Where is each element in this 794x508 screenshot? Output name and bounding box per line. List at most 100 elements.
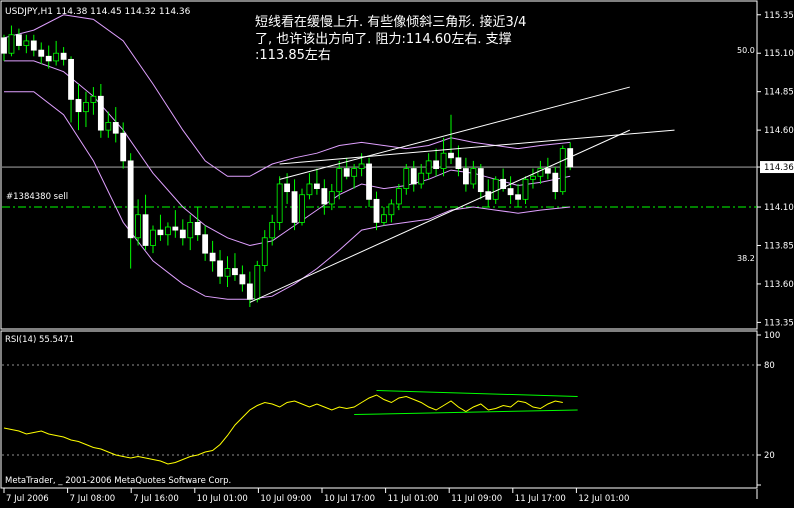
candle[interactable] bbox=[462, 157, 469, 192]
candle[interactable] bbox=[120, 122, 127, 169]
x-tick-label: 10 Jul 17:00 bbox=[324, 494, 375, 504]
candle[interactable] bbox=[395, 183, 402, 211]
candle[interactable] bbox=[425, 153, 432, 180]
candle[interactable] bbox=[313, 168, 320, 195]
candle[interactable] bbox=[135, 199, 142, 246]
candle[interactable] bbox=[366, 157, 372, 208]
candle[interactable] bbox=[373, 191, 380, 231]
candle-body bbox=[209, 252, 216, 262]
rsi-chart[interactable] bbox=[2, 364, 757, 465]
axes: 115.35 115.10 114.85 114.60 114.36 114.10 113.… bbox=[3, 11, 794, 504]
candle[interactable] bbox=[388, 199, 395, 223]
annotation-line-1: 短线看在缓慢上升. 有些像倾斜三角形. 接近3/4 bbox=[255, 14, 526, 30]
candle-body bbox=[97, 95, 104, 131]
candle[interactable] bbox=[90, 87, 97, 115]
candle[interactable] bbox=[254, 260, 261, 303]
candle[interactable] bbox=[239, 265, 246, 292]
candle[interactable] bbox=[559, 145, 566, 195]
candle[interactable] bbox=[470, 160, 477, 189]
candle[interactable] bbox=[164, 222, 171, 246]
candle[interactable] bbox=[75, 83, 82, 131]
candle[interactable] bbox=[23, 34, 30, 54]
candle-body bbox=[224, 268, 231, 277]
candle[interactable] bbox=[448, 114, 454, 164]
candle[interactable] bbox=[187, 214, 194, 251]
candle[interactable] bbox=[38, 42, 45, 64]
candle-body bbox=[418, 172, 425, 185]
candle[interactable] bbox=[30, 34, 37, 57]
candle[interactable] bbox=[410, 160, 417, 192]
x-tick-label: 10 Jul 09:00 bbox=[260, 494, 311, 504]
candle[interactable] bbox=[477, 163, 484, 200]
candle[interactable] bbox=[328, 183, 335, 211]
candle-body bbox=[336, 168, 343, 193]
candle[interactable] bbox=[15, 28, 22, 51]
triangle-trendline[interactable] bbox=[279, 86, 630, 180]
candle[interactable] bbox=[530, 168, 536, 189]
candle[interactable] bbox=[321, 179, 328, 215]
candle-body bbox=[403, 168, 410, 189]
candle[interactable] bbox=[552, 167, 559, 200]
candle[interactable] bbox=[194, 207, 201, 241]
candle[interactable] bbox=[515, 183, 521, 208]
rsi-trendline[interactable] bbox=[376, 390, 578, 397]
candle-body bbox=[492, 178, 499, 200]
candle[interactable] bbox=[291, 179, 298, 231]
candle-body bbox=[366, 163, 372, 200]
candle-body bbox=[455, 157, 462, 169]
fib-level-label: 50.0 bbox=[737, 46, 755, 55]
main-chart[interactable]: 50.0 38.2 bbox=[1, 14, 758, 308]
candle[interactable] bbox=[142, 194, 149, 251]
triangle-trendline[interactable] bbox=[279, 129, 675, 165]
candle[interactable] bbox=[60, 47, 67, 66]
triangle-trendline[interactable] bbox=[249, 129, 631, 303]
candle[interactable] bbox=[112, 107, 119, 143]
candle[interactable] bbox=[440, 137, 447, 177]
candle-body bbox=[68, 58, 74, 100]
candle[interactable] bbox=[97, 83, 104, 138]
candle[interactable] bbox=[172, 210, 179, 238]
candle[interactable] bbox=[403, 163, 410, 195]
candle[interactable] bbox=[351, 163, 358, 189]
rsi-line[interactable] bbox=[3, 394, 563, 465]
candle[interactable] bbox=[127, 153, 134, 269]
candle[interactable] bbox=[433, 148, 440, 177]
candle[interactable] bbox=[217, 250, 223, 284]
candle-body bbox=[1, 37, 7, 54]
rsi-header: RSI(14) 55.5471 bbox=[5, 335, 74, 345]
chart-window[interactable]: 50.0 38.2 115.35 115.10 114.85 114.60 114.36 1… bbox=[0, 0, 794, 504]
candle-body bbox=[507, 188, 514, 196]
candle[interactable] bbox=[8, 25, 15, 57]
candle[interactable] bbox=[418, 163, 425, 189]
candle-body bbox=[15, 34, 22, 46]
candle-body bbox=[269, 222, 276, 239]
candle-body bbox=[60, 52, 67, 60]
chart-canvas[interactable]: 50.038.2 115.35115.10114.85114.60114.361… bbox=[0, 0, 794, 504]
candle[interactable] bbox=[68, 56, 74, 123]
candle[interactable] bbox=[507, 176, 514, 204]
candle[interactable] bbox=[224, 256, 231, 288]
candle[interactable] bbox=[150, 225, 156, 254]
candle[interactable] bbox=[83, 91, 89, 128]
candle[interactable] bbox=[261, 230, 268, 272]
rsi-trendline[interactable] bbox=[354, 409, 578, 415]
candle[interactable] bbox=[157, 214, 164, 241]
candle[interactable] bbox=[537, 160, 544, 184]
analysis-annotation: 短线看在缓慢上升. 有些像倾斜三角形. 接近3/4 了, 也许该出方向了. 阻力… bbox=[255, 14, 526, 63]
candle[interactable] bbox=[209, 240, 216, 272]
candle[interactable] bbox=[299, 188, 305, 226]
candle[interactable] bbox=[53, 40, 60, 66]
candle-body bbox=[299, 194, 305, 223]
candle-body bbox=[425, 160, 432, 174]
candle[interactable] bbox=[202, 225, 209, 261]
candle[interactable] bbox=[232, 253, 238, 281]
candle[interactable] bbox=[179, 219, 186, 246]
candle[interactable] bbox=[381, 207, 387, 226]
candle[interactable] bbox=[522, 176, 529, 204]
x-tick-label: 12 Jul 01:00 bbox=[578, 494, 629, 504]
candle[interactable] bbox=[276, 176, 283, 231]
candle-body bbox=[239, 274, 246, 285]
candle-body bbox=[440, 152, 447, 169]
candle[interactable] bbox=[1, 34, 7, 61]
candle[interactable] bbox=[306, 173, 313, 200]
